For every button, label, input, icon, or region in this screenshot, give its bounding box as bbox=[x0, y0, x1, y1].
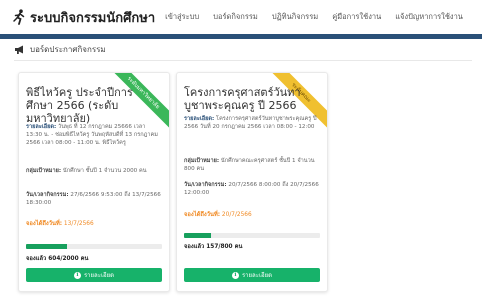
activity-datetime: วัน/เวลากิจกรรม: 20/7/2566 8:00:00 ถึง 2… bbox=[184, 181, 320, 197]
close-date: จองได้ถึงวันที่: 20/7/2566 bbox=[184, 209, 252, 219]
target-label: กลุ่มเป้าหมาย: bbox=[184, 158, 220, 164]
progress-fill bbox=[184, 233, 211, 238]
top-navbar: ระบบกิจกรรมนักศึกษา เข้าสู่ระบบ บอร์ดกิจ… bbox=[0, 0, 482, 34]
brand[interactable]: ระบบกิจกรรมนักศึกษา bbox=[12, 0, 155, 34]
info-icon: i bbox=[231, 271, 239, 279]
progress-fill bbox=[26, 244, 68, 249]
close-value: 13/7/2566 bbox=[62, 221, 94, 227]
section-header: บอร์ดประกาศกิจกรรม bbox=[14, 43, 106, 56]
reservation-progress bbox=[184, 233, 320, 238]
close-label: จองได้ถึงวันที่: bbox=[184, 212, 221, 218]
activity-card: ระดับคณะ โครงการครุศาสตร์วันทาบูชาพระคุณ… bbox=[176, 72, 328, 292]
nav-links: เข้าสู่ระบบ บอร์ดกิจกรรม ปฏิทินกิจกรรม ค… bbox=[165, 11, 463, 23]
datetime-label: วัน/เวลากิจกรรม: bbox=[184, 182, 227, 188]
activity-title: พิธีไหว้ครู ประจำปีการศึกษา 2566 (ระดับม… bbox=[26, 86, 133, 125]
target-label: กลุ่มเป้าหมาย: bbox=[26, 168, 62, 174]
activity-title: โครงการครุศาสตร์วันทาบูชาพระคุณครู ปี 25… bbox=[184, 86, 301, 112]
nav-login[interactable]: เข้าสู่ระบบ bbox=[165, 11, 199, 23]
activity-card: ระดับมหาวิทยาลัย พิธีไหว้ครู ประจำปีการศ… bbox=[18, 72, 170, 292]
details-button-label: รายละเอียด bbox=[241, 272, 273, 279]
datetime-label: วัน/เวลากิจกรรม: bbox=[26, 192, 69, 198]
brand-title: ระบบกิจกรรมนักศึกษา bbox=[30, 10, 156, 26]
activity-datetime: วัน/เวลากิจกรรม: 27/6/2566 9:53:00 ถึง 1… bbox=[26, 191, 162, 207]
accent-bar bbox=[0, 34, 482, 39]
reserved-count: จองแล้ว 604/2000 คน bbox=[26, 256, 89, 262]
details-button[interactable]: i รายละเอียด bbox=[184, 268, 320, 282]
megaphone-icon bbox=[15, 45, 23, 54]
detail-label: รายละเอียด: bbox=[184, 116, 215, 122]
reserved-count: จองแล้ว 157/800 คน bbox=[184, 244, 243, 250]
close-value: 20/7/2566 bbox=[220, 212, 252, 218]
details-button[interactable]: i รายละเอียด bbox=[26, 268, 162, 282]
section-title: บอร์ดประกาศกิจกรรม bbox=[30, 45, 106, 54]
target-text: นักศึกษา ชั้นปี 1 จำนวน 2000 คน bbox=[61, 168, 147, 174]
section-divider bbox=[14, 60, 472, 61]
info-icon: i bbox=[73, 271, 81, 279]
activity-target: กลุ่มเป้าหมาย: นักศึกษาคณะครุศาสตร์ ชั้น… bbox=[184, 157, 320, 173]
nav-activity-calendar[interactable]: ปฏิทินกิจกรรม bbox=[272, 11, 318, 23]
close-date: จองได้ถึงวันที่: 13/7/2566 bbox=[26, 218, 94, 228]
detail-label: รายละเอียด: bbox=[26, 124, 57, 130]
activity-detail: รายละเอียด: โครงการครุศาสตร์วันทาบูชาพระ… bbox=[184, 115, 320, 131]
activity-target: กลุ่มเป้าหมาย: นักศึกษา ชั้นปี 1 จำนวน 2… bbox=[26, 167, 162, 175]
nav-user-manual[interactable]: คู่มือการใช้งาน bbox=[332, 11, 381, 23]
close-label: จองได้ถึงวันที่: bbox=[26, 221, 63, 227]
nav-report-problem[interactable]: แจ้งปัญหาการใช้งาน bbox=[395, 11, 463, 23]
details-button-label: รายละเอียด bbox=[83, 272, 115, 279]
activity-detail: รายละเอียด: วันพุธ ที่ 12 กรกฎาคม 25666 … bbox=[26, 123, 162, 147]
runner-icon bbox=[13, 9, 25, 25]
reservation-progress bbox=[26, 244, 162, 249]
nav-activity-board[interactable]: บอร์ดกิจกรรม bbox=[213, 11, 258, 23]
